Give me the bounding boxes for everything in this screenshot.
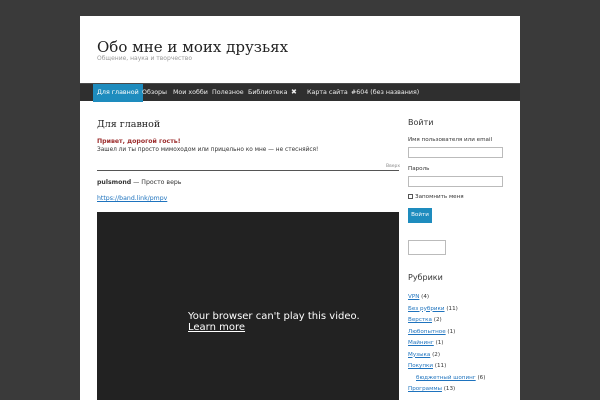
greeting-text: Зашел ли ты просто мимоходом или прицель… [97, 147, 319, 153]
list-item: Майнинг (1) [408, 338, 485, 350]
nav-item-reviews[interactable]: Обзоры [138, 84, 171, 102]
category-link[interactable]: Программы [408, 386, 442, 392]
category-link[interactable]: Любопытное [408, 329, 446, 335]
password-label: Пароль [408, 166, 430, 172]
category-link[interactable]: Без рубрики [408, 306, 445, 312]
password-input[interactable] [408, 176, 503, 187]
video-player[interactable]: Your browser can't play this video. Lear… [97, 212, 399, 400]
post-link[interactable]: https://band.link/pmpv [97, 195, 167, 202]
category-link[interactable]: Верстка [408, 317, 432, 323]
nav-item-home[interactable]: Для главной [93, 84, 143, 102]
close-icon[interactable]: ✖ [287, 84, 301, 102]
categories-heading: Рубрики [408, 273, 443, 282]
list-item: Музыка (2) [408, 350, 485, 362]
post-author: pulsmond [97, 179, 132, 186]
category-count: (11) [434, 363, 447, 369]
remember-me[interactable]: Запомнить меня [408, 194, 464, 200]
nav-item-hobbies[interactable]: Мои хобби [169, 84, 212, 102]
nav-item-sitemap[interactable]: Карта сайта [303, 84, 352, 102]
page-container: Обо мне и моих друзьях Общение, наука и … [80, 16, 520, 400]
list-item: VPN (4) [408, 292, 485, 304]
video-error-message: Your browser can't play this video. Lear… [188, 311, 360, 333]
category-count: (11) [446, 305, 458, 312]
search-input[interactable] [408, 240, 446, 255]
remember-label: Запомнить меня [415, 194, 464, 200]
nav-item-useful[interactable]: Полезное [208, 84, 248, 102]
category-count: (1) [435, 340, 444, 346]
post-meta: pulsmond — Просто верь [97, 179, 181, 186]
category-count: (6) [477, 374, 486, 381]
category-link[interactable]: Майнинг [408, 340, 434, 346]
list-item: Любопытное (1) [408, 327, 485, 339]
category-link[interactable]: бюджетный шопинг [416, 375, 476, 381]
category-count: (1) [447, 328, 456, 335]
category-link[interactable]: VPN [408, 294, 419, 300]
greeting-title: Привет, дорогой гость! [97, 138, 181, 145]
username-input[interactable] [408, 147, 503, 158]
main-navigation: Для главной Обзоры Мои хобби Полезное Би… [80, 83, 520, 102]
remember-checkbox[interactable] [408, 194, 413, 199]
login-button[interactable]: Войти [408, 208, 432, 223]
site-title[interactable]: Обо мне и моих друзьях [97, 38, 288, 56]
back-to-top-link[interactable]: Вверх [386, 164, 400, 169]
video-error-text: Your browser can't play this video. [188, 311, 360, 322]
site-description: Общение, наука и творчество [97, 55, 193, 62]
post-separator: — [131, 179, 142, 186]
list-item: Верстка (2) [408, 315, 485, 327]
category-count: (13) [443, 386, 456, 392]
category-count: (4) [421, 294, 430, 300]
category-link[interactable]: Музыка [408, 352, 430, 358]
category-link[interactable]: Покупки [408, 363, 433, 369]
content-divider [97, 170, 399, 171]
category-count: (2) [432, 351, 441, 358]
nav-item-library[interactable]: Библиотека [244, 84, 291, 102]
post-excerpt: Просто верь [141, 179, 182, 186]
nav-item-untitled[interactable]: #604 (без названия) [347, 84, 423, 102]
username-label: Имя пользователя или email [408, 137, 493, 143]
login-heading: Войти [408, 118, 434, 127]
list-item: бюджетный шопинг (6) [408, 373, 485, 385]
learn-more-link[interactable]: Learn more [188, 322, 360, 333]
list-item: Программы (13) [408, 384, 485, 396]
list-item: Покупки (11) [408, 361, 485, 373]
list-item: Без рубрики (11) [408, 304, 485, 316]
page-title: Для главной [97, 119, 161, 130]
category-count: (2) [433, 317, 442, 323]
categories-list: VPN (4) Без рубрики (11) Верстка (2) Люб… [408, 292, 485, 396]
